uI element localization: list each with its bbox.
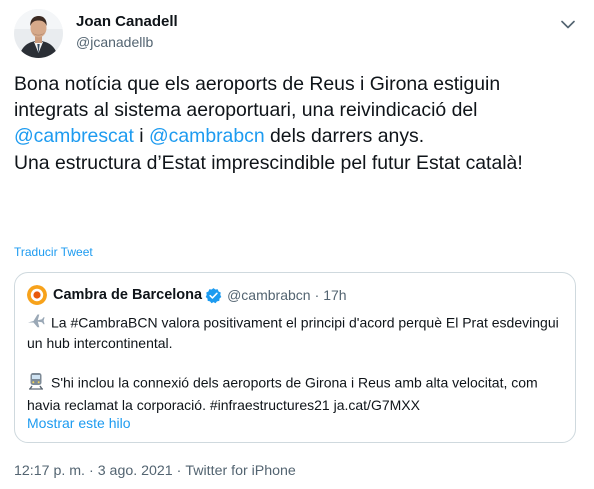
- quoted-tweet-paragraph: La #CambraBCN valora positivament el pri…: [27, 313, 562, 353]
- quoted-author-handle: @cambrabcn: [227, 287, 311, 303]
- tweet-text-segment: dels darrers anys.: [264, 125, 425, 148]
- more-options-button[interactable]: [556, 12, 580, 36]
- quoted-tweet-paragraph: S'hi inclou la connexió dels aeroports d…: [27, 372, 562, 414]
- tweet-text-segment: i: [133, 125, 149, 148]
- chevron-down-icon: [561, 20, 575, 28]
- tweet-source: Twitter for iPhone: [185, 463, 296, 479]
- translate-tweet-link[interactable]: Traducir Tweet: [14, 245, 93, 259]
- tweet-paragraph: Una estructura d’Estat imprescindible pe…: [14, 151, 523, 174]
- verified-badge-icon: [205, 287, 222, 303]
- quoted-tweet-time: 17h: [323, 287, 347, 303]
- mention-link-cambrabcn[interactable]: @cambrabcn: [149, 125, 265, 147]
- separator-dot: ·: [176, 463, 182, 479]
- author-handle[interactable]: @jcanadellb: [76, 34, 153, 50]
- cambra-logo-icon: [27, 285, 47, 305]
- separator-dot: ·: [314, 287, 320, 303]
- tweet-footer: 12:17 p. m. · 3 ago. 2021 · Twitter for iPho…: [14, 463, 296, 479]
- author-name[interactable]: Joan Canadell: [76, 13, 178, 30]
- tweet-paragraph: Bona notícia que els aeroports de Reus i…: [14, 71, 574, 150]
- tweet-date[interactable]: 3 ago. 2021: [98, 463, 173, 479]
- tweet: Joan Canadell @jcanadellb Bona notícia q…: [0, 0, 594, 489]
- quoted-tweet-header: Cambra de Barcelona @cambrabcn · 17h: [27, 285, 347, 305]
- mention-link-cambrescat[interactable]: @cambrescat: [14, 125, 134, 147]
- separator-dot: ·: [88, 463, 94, 479]
- quoted-author-name: Cambra de Barcelona: [53, 287, 203, 303]
- avatar-photo-icon: [14, 9, 63, 58]
- tweet-text-segment: Bona notícia que els aeroports de Reus i…: [14, 73, 501, 122]
- quoted-tweet-paragraph-text: La #CambraBCN valora positivament el pri…: [27, 314, 559, 352]
- tweet-time[interactable]: 12:17 p. m.: [14, 463, 85, 479]
- tweet-text: Bona notícia que els aeroports de Reus i…: [14, 71, 574, 176]
- author-avatar[interactable]: [14, 9, 63, 58]
- quoted-tweet-text: La #CambraBCN valora positivament el pri…: [27, 313, 562, 415]
- airplane-emoji-icon: [27, 313, 47, 334]
- show-thread-link[interactable]: Mostrar este hilo: [27, 415, 130, 431]
- quoted-tweet-paragraph-text: S'hi inclou la connexió dels aeroports d…: [27, 374, 538, 413]
- quoted-tweet-card[interactable]: Cambra de Barcelona @cambrabcn · 17h La …: [14, 272, 576, 443]
- train-emoji-icon: [27, 372, 47, 395]
